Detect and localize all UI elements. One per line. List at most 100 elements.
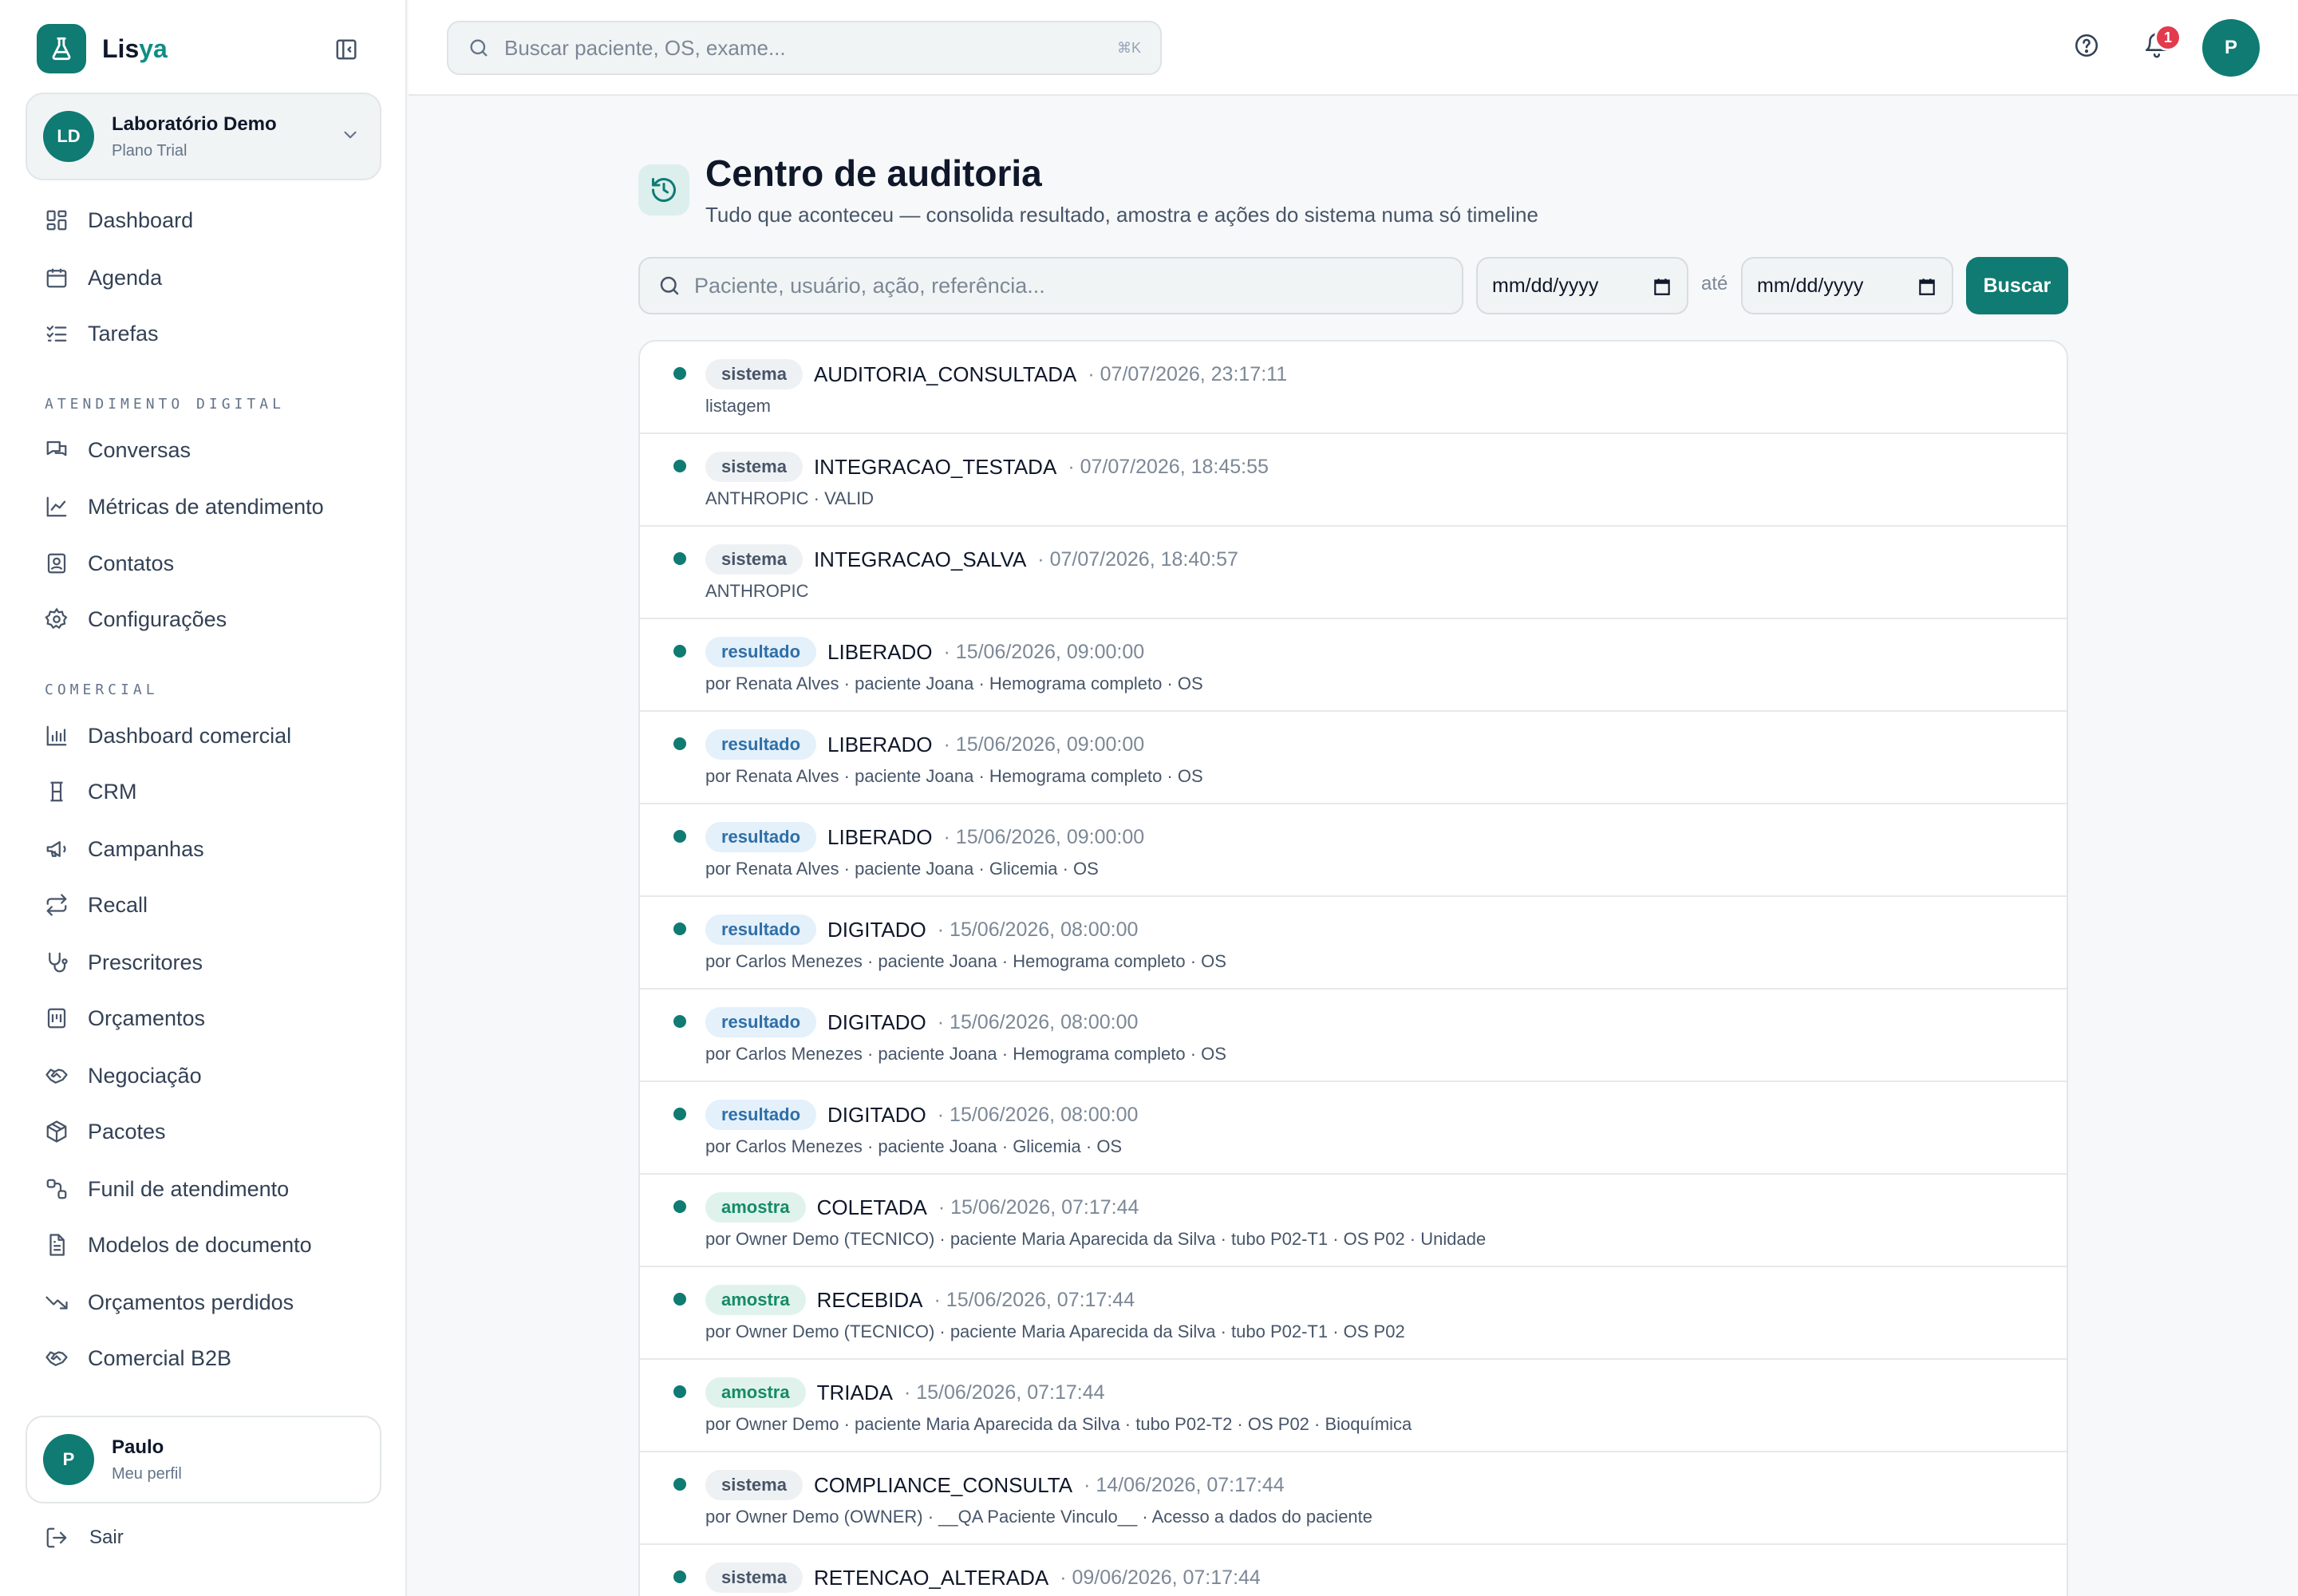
entry-type-badge: sistema <box>705 544 803 575</box>
timeline-entry[interactable]: amostra RECEBIDA · 15/06/2026, 07:17:44 … <box>640 1267 2067 1360</box>
sidebar-item-pacotes[interactable]: Pacotes <box>45 1114 166 1149</box>
search-icon <box>470 39 488 57</box>
sidebar-item-funil[interactable]: Funil de atendimento <box>45 1171 289 1207</box>
timeline-dot <box>673 737 686 750</box>
entry-type-badge: sistema <box>705 1562 803 1593</box>
sidebar-item-agenda[interactable]: Agenda <box>45 260 162 295</box>
audit-search-input[interactable] <box>694 273 1444 298</box>
sidebar-item-dashboard[interactable]: Dashboard <box>45 203 193 238</box>
date-from-input[interactable]: mm/dd/yyyy <box>1476 257 1688 314</box>
timeline-entry[interactable]: amostra TRIADA · 15/06/2026, 07:17:44 po… <box>640 1360 2067 1452</box>
timeline-dot <box>673 830 686 843</box>
help-button[interactable] <box>2073 32 2100 65</box>
timeline-entry[interactable]: sistema INTEGRACAO_SALVA · 07/07/2026, 1… <box>640 527 2067 619</box>
entry-details: ANTHROPIC <box>705 581 809 601</box>
brand[interactable]: Lisya <box>37 24 168 73</box>
sidebar-item-contatos[interactable]: Contatos <box>45 546 174 581</box>
sidebar-collapse-button[interactable] <box>330 35 362 64</box>
timeline-entry[interactable]: sistema INTEGRACAO_TESTADA · 07/07/2026,… <box>640 434 2067 527</box>
timeline-entry[interactable]: resultado DIGITADO · 15/06/2026, 08:00:0… <box>640 1082 2067 1175</box>
timeline-dot <box>673 922 686 935</box>
notification-badge: 1 <box>2154 24 2182 51</box>
timeline-entry[interactable]: sistema AUDITORIA_CONSULTADA · 07/07/202… <box>640 342 2067 434</box>
timeline-dot <box>673 1385 686 1398</box>
global-search[interactable]: ⌘K <box>447 21 1162 75</box>
profile-card[interactable]: P Paulo Meu perfil <box>26 1416 381 1503</box>
date-range-separator: até <box>1701 273 1728 294</box>
sidebar-item-modelos-documento[interactable]: Modelos de documento <box>45 1227 312 1262</box>
timeline-dot <box>673 1108 686 1120</box>
sidebar-item-label: Funil de atendimento <box>88 1176 290 1201</box>
entry-timestamp: · 15/06/2026, 07:17:44 <box>938 1195 1139 1219</box>
stethoscope-icon <box>49 952 68 973</box>
dashboard-icon <box>46 210 67 231</box>
sidebar-item-prescritores[interactable]: Prescritores <box>45 945 203 980</box>
timeline-entry[interactable]: resultado LIBERADO · 15/06/2026, 09:00:0… <box>640 804 2067 897</box>
sidebar-item-negociacao[interactable]: Negociação <box>45 1058 202 1093</box>
repeat-icon <box>46 894 67 916</box>
chevron-down-icon <box>340 124 361 151</box>
entry-details: por Owner Demo (TECNICO) · paciente Mari… <box>705 1229 1487 1249</box>
sidebar-item-configuracoes[interactable]: Configurações <box>45 602 227 637</box>
sidebar-item-label: Contatos <box>88 551 175 575</box>
sidebar-item-label: Conversas <box>88 437 192 462</box>
sidebar-item-tarefas[interactable]: Tarefas <box>45 316 159 351</box>
entry-details: por Renata Alves · paciente Joana · Hemo… <box>705 766 1203 786</box>
timeline-dot <box>673 645 686 658</box>
timeline-entry[interactable]: resultado LIBERADO · 15/06/2026, 09:00:0… <box>640 712 2067 804</box>
funnel-icon <box>46 1179 67 1199</box>
sidebar-item-comercial-b2b[interactable]: Comercial B2B <box>45 1341 231 1376</box>
sidebar-item-conversas[interactable]: Conversas <box>45 433 191 468</box>
timeline-entry[interactable]: resultado DIGITADO · 15/06/2026, 08:00:0… <box>640 897 2067 990</box>
sidebar-item-label: Configurações <box>88 606 227 631</box>
timeline-entry[interactable]: sistema COMPLIANCE_CONSULTA · 14/06/2026… <box>640 1452 2067 1545</box>
entry-details: listagem <box>705 396 771 416</box>
calendar-icon[interactable] <box>1652 276 1672 297</box>
sidebar-item-crm[interactable]: CRM <box>45 774 137 809</box>
org-switcher[interactable]: LD Laboratório Demo Plano Trial <box>26 93 381 180</box>
entry-timestamp: · 15/06/2026, 09:00:00 <box>943 640 1145 663</box>
timeline-entry[interactable]: resultado DIGITADO · 15/06/2026, 08:00:0… <box>640 990 2067 1082</box>
contact-icon <box>47 553 66 574</box>
entry-type-badge: resultado <box>705 822 817 852</box>
help-icon <box>2075 34 2099 57</box>
timeline-entry[interactable]: sistema RETENCAO_ALTERADA · 09/06/2026, … <box>640 1545 2067 1596</box>
gear-icon <box>45 607 68 630</box>
megaphone-icon <box>46 841 66 857</box>
org-avatar: LD <box>43 111 94 162</box>
flask-icon <box>37 24 86 73</box>
section-title-comercial: COMERCIAL <box>45 681 159 698</box>
timeline-dot <box>673 1015 686 1028</box>
entry-type-badge: amostra <box>705 1377 806 1408</box>
brand-name: Lisya <box>102 34 168 63</box>
avatar: P <box>43 1434 94 1485</box>
crm-icon <box>50 781 63 802</box>
entry-type-badge: amostra <box>705 1192 806 1223</box>
sidebar-item-label: Pacotes <box>88 1119 166 1144</box>
user-avatar[interactable]: P <box>2202 19 2260 77</box>
sidebar-item-orcamentos[interactable]: Orçamentos <box>45 1001 205 1036</box>
calendar-icon[interactable] <box>1917 276 1937 297</box>
sidebar-item-orcamentos-perdidos[interactable]: Orçamentos perdidos <box>45 1285 294 1320</box>
budget-icon <box>47 1008 66 1029</box>
sidebar-item-campanhas[interactable]: Campanhas <box>45 832 204 867</box>
entry-timestamp: · 15/06/2026, 09:00:00 <box>943 733 1145 756</box>
sidebar-item-dashboard-comercial[interactable]: Dashboard comercial <box>45 718 291 753</box>
search-button[interactable]: Buscar <box>1966 257 2068 314</box>
sidebar-item-metricas[interactable]: Métricas de atendimento <box>45 489 324 524</box>
timeline-entry[interactable]: resultado LIBERADO · 15/06/2026, 09:00:0… <box>640 619 2067 712</box>
sidebar-item-recall[interactable]: Recall <box>45 887 148 922</box>
entry-type-badge: resultado <box>705 729 817 760</box>
audit-search[interactable] <box>638 257 1463 314</box>
sidebar-item-label: Agenda <box>88 265 163 290</box>
entry-type-badge: resultado <box>705 1007 817 1037</box>
entry-action: TRIADA <box>816 1380 893 1404</box>
timeline-entry[interactable]: amostra COLETADA · 15/06/2026, 07:17:44 … <box>640 1175 2067 1267</box>
global-search-input[interactable] <box>504 35 1095 61</box>
page-title: Centro de auditoria <box>705 152 1042 194</box>
entry-timestamp: · 07/07/2026, 18:40:57 <box>1037 547 1238 571</box>
entry-action: COLETADA <box>816 1195 927 1219</box>
entry-action: INTEGRACAO_SALVA <box>813 547 1027 571</box>
logout-button[interactable]: Sair <box>45 1526 124 1550</box>
date-to-input[interactable]: mm/dd/yyyy <box>1741 257 1953 314</box>
